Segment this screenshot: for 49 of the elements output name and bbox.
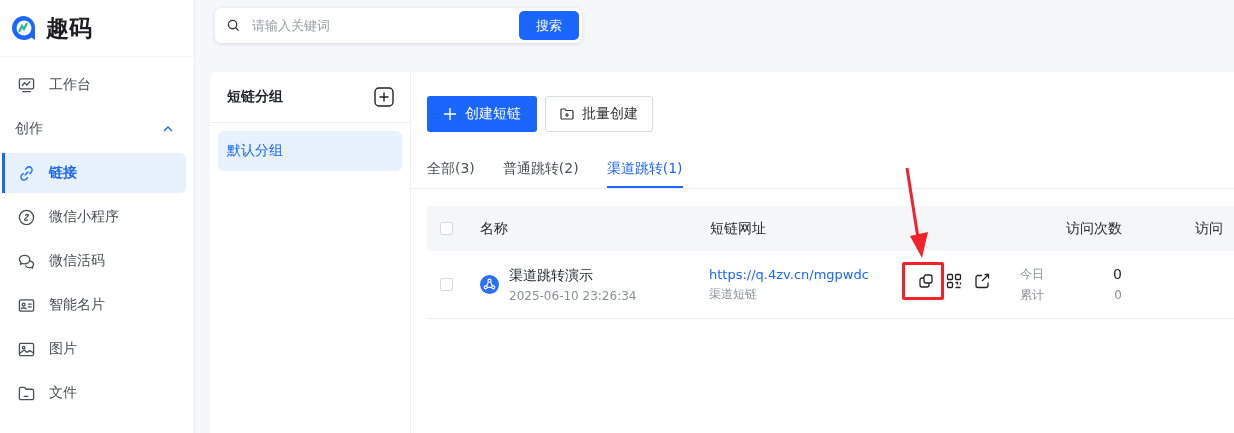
tab[interactable]: 普通跳转(2) <box>502 160 579 188</box>
sidebar-item[interactable]: 链接 <box>2 153 186 193</box>
tab[interactable]: 全部(3) <box>427 160 475 188</box>
stat-label: 累计 <box>1020 286 1044 304</box>
stat-label: 今日 <box>1020 265 1044 283</box>
link-type: 渠道短链 <box>709 285 758 303</box>
sidebar-item[interactable]: 微信活码 <box>2 241 186 281</box>
search-field[interactable]: 请输入关键词 搜索 <box>215 8 582 43</box>
sidebar-item[interactable]: 微信小程序 <box>2 197 186 237</box>
app-name: 趣码 <box>46 13 92 43</box>
sidebar-item[interactable]: 工作台 <box>2 65 186 105</box>
tab[interactable]: 渠道跳转(1) <box>606 160 683 188</box>
row-checkbox[interactable] <box>440 278 453 291</box>
search-icon <box>227 19 240 32</box>
plus-icon <box>443 107 457 121</box>
batch-create-button[interactable]: 批量创建 <box>545 96 653 132</box>
channel-icon <box>480 275 499 294</box>
panel-title: 短链分组 <box>227 88 283 106</box>
circle-link-icon <box>18 208 35 226</box>
monitor-icon <box>18 76 35 94</box>
qr-code-icon[interactable] <box>946 272 962 289</box>
sidebar-item[interactable]: 图片 <box>2 329 186 369</box>
nav-section-header[interactable]: 创作 <box>0 109 194 149</box>
link-name: 渠道跳转演示 <box>509 266 594 285</box>
highlight-frame <box>902 262 944 300</box>
folder-plus-icon <box>560 107 574 121</box>
sidebar-item[interactable]: 文件 <box>2 373 186 413</box>
add-icon[interactable] <box>374 87 394 107</box>
link-icon <box>18 164 35 182</box>
column-header: 访问 <box>1194 219 1224 238</box>
group-item[interactable]: 默认分组 <box>218 131 402 171</box>
image-icon <box>18 340 35 358</box>
visit-count: 0 <box>1112 266 1122 282</box>
column-header: 访问次数 <box>1065 219 1123 238</box>
logo-icon <box>10 14 38 42</box>
column-header: 名称 <box>479 219 509 238</box>
contact-card-icon <box>18 296 35 314</box>
column-header: 短链网址 <box>709 219 767 238</box>
visit-count: 0 <box>1113 288 1122 302</box>
short-link[interactable]: https://q.4zv.cn/mgpwdc <box>709 266 895 282</box>
sidebar-item[interactable]: 智能名片 <box>2 285 186 325</box>
create-button[interactable]: 创建短链 <box>427 96 537 132</box>
select-all-checkbox[interactable] <box>440 222 453 235</box>
copy-icon[interactable] <box>918 272 934 289</box>
share-icon[interactable] <box>974 272 990 289</box>
search-button[interactable]: 搜索 <box>519 11 579 40</box>
folder-icon <box>18 384 35 402</box>
chat-bubbles-icon <box>18 252 35 270</box>
created-time: 2025-06-10 23:26:34 <box>509 288 637 303</box>
